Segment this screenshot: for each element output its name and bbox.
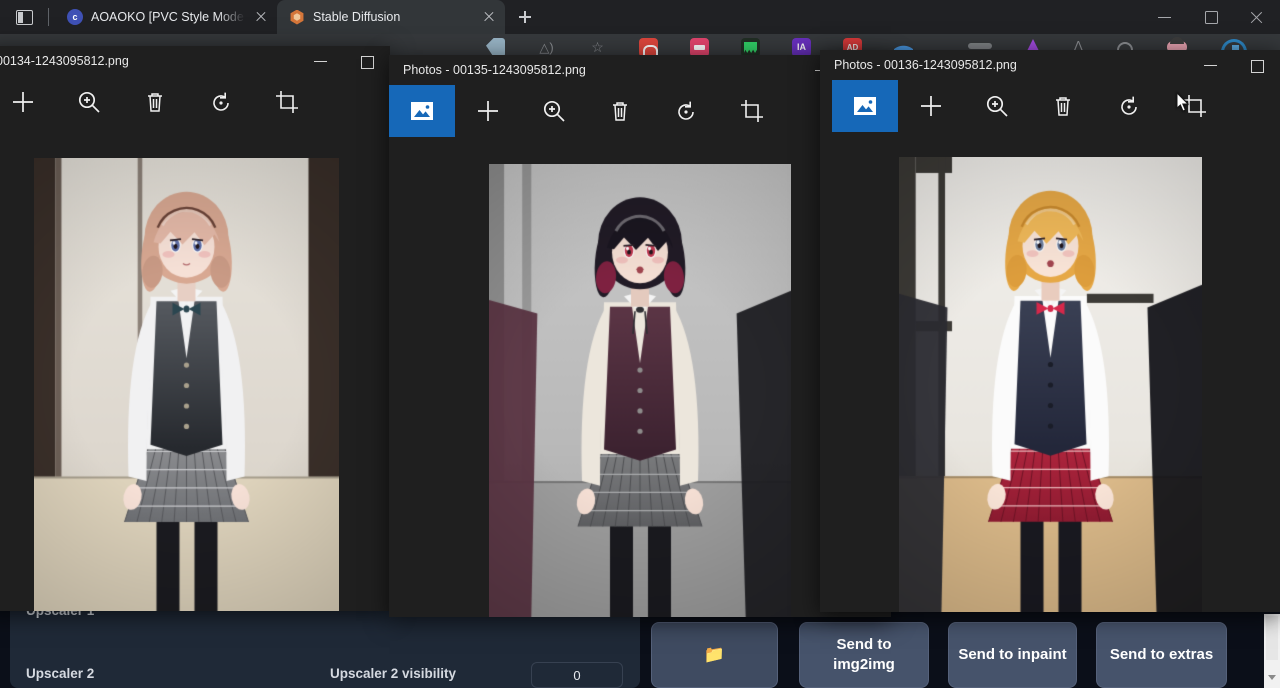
upscaler2-visibility-input[interactable]: 0	[531, 662, 623, 688]
tab-close-icon[interactable]	[253, 9, 269, 25]
upscaler2-label: Upscaler 2	[26, 666, 94, 681]
stable-diffusion-hex-icon	[289, 9, 305, 25]
photos-window-1-title: 00134-1243095812.png	[0, 54, 129, 68]
delete-icon[interactable]	[587, 85, 653, 137]
new-icon[interactable]	[455, 85, 521, 137]
send-to-img2img-button[interactable]: Send to img2img	[799, 622, 929, 688]
crop-icon[interactable]	[719, 85, 785, 137]
new-icon[interactable]	[0, 76, 56, 128]
photo-image-3[interactable]	[899, 157, 1202, 612]
tab-close-icon[interactable]	[481, 9, 497, 25]
restore-icon[interactable]	[1234, 50, 1280, 80]
scroll-down-arrow-icon[interactable]	[1268, 675, 1276, 680]
photos-window-3-titlebar[interactable]: Photos - 00136-1243095812.png	[820, 50, 1280, 80]
crop-icon[interactable]	[254, 76, 320, 128]
browser-tab-1-title: AOAOKO [PVC Style Model] - PV	[91, 10, 245, 24]
close-icon[interactable]	[1234, 0, 1280, 34]
rotate-icon[interactable]	[1096, 80, 1162, 132]
photo-image-2[interactable]	[489, 164, 791, 617]
photos-window-2[interactable]: Photos - 00135-1243095812.png	[389, 55, 891, 617]
photos-window-1-toolbar	[0, 76, 390, 128]
photos-window-3-title: Photos - 00136-1243095812.png	[820, 58, 1017, 72]
browser-window-controls	[1142, 0, 1280, 34]
photos-window-1-controls	[298, 46, 390, 76]
photo-image-1[interactable]	[34, 158, 339, 611]
gallery-icon[interactable]	[832, 80, 898, 132]
rotate-icon[interactable]	[653, 85, 719, 137]
restore-icon[interactable]	[1188, 0, 1234, 34]
open-folder-button[interactable]: 📁	[651, 622, 778, 688]
photos-window-1-canvas	[0, 128, 390, 611]
rotate-icon[interactable]	[188, 76, 254, 128]
chrome-circle-icon: c	[67, 9, 83, 25]
minimize-icon[interactable]	[1142, 0, 1188, 34]
zoom-icon[interactable]	[521, 85, 587, 137]
minimize-icon[interactable]	[298, 46, 344, 76]
zoom-icon[interactable]	[56, 76, 122, 128]
photos-window-2-toolbar	[389, 85, 891, 137]
gray-pill-icon[interactable]	[968, 43, 992, 49]
send-to-extras-button[interactable]: Send to extras	[1096, 622, 1227, 688]
delete-icon[interactable]	[122, 76, 188, 128]
browser-tab-2-title: Stable Diffusion	[313, 10, 473, 24]
gallery-icon[interactable]	[389, 85, 455, 137]
tab-search-button[interactable]	[0, 0, 48, 34]
upscaler2-visibility-value: 0	[573, 668, 580, 683]
folder-icon: 📁	[704, 644, 725, 667]
upscaler2-visibility-label: Upscaler 2 visibility	[330, 666, 456, 681]
photos-window-1-titlebar[interactable]: 00134-1243095812.png	[0, 46, 390, 76]
photos-window-3-controls	[1188, 50, 1280, 80]
crop-icon[interactable]	[1162, 80, 1228, 132]
photos-window-3-toolbar	[820, 80, 1280, 132]
minimize-icon[interactable]	[1188, 50, 1234, 80]
page-scrollbar[interactable]	[1264, 614, 1280, 688]
browser-tab-2[interactable]: Stable Diffusion	[277, 0, 505, 34]
photos-window-2-canvas	[389, 137, 891, 617]
photos-window-2-title: Photos - 00135-1243095812.png	[389, 63, 586, 77]
browser-tab-1[interactable]: c AOAOKO [PVC Style Model] - PV	[55, 0, 277, 34]
photos-window-2-titlebar[interactable]: Photos - 00135-1243095812.png	[389, 55, 891, 85]
restore-icon[interactable]	[344, 46, 390, 76]
delete-icon[interactable]	[1030, 80, 1096, 132]
new-icon[interactable]	[898, 80, 964, 132]
scrollbar-thumb[interactable]	[1266, 616, 1278, 660]
zoom-icon[interactable]	[964, 80, 1030, 132]
photos-window-1[interactable]: 00134-1243095812.png	[0, 46, 390, 611]
new-tab-plus-icon[interactable]	[511, 3, 539, 31]
send-to-inpaint-button[interactable]: Send to inpaint	[948, 622, 1077, 688]
photos-window-3-canvas	[820, 132, 1280, 612]
tabstrip-divider	[48, 8, 49, 26]
tab-search-icon	[16, 10, 33, 25]
browser-tabstrip: c AOAOKO [PVC Style Model] - PV Stable D…	[0, 0, 1280, 34]
photos-window-3[interactable]: Photos - 00136-1243095812.png	[820, 50, 1280, 612]
